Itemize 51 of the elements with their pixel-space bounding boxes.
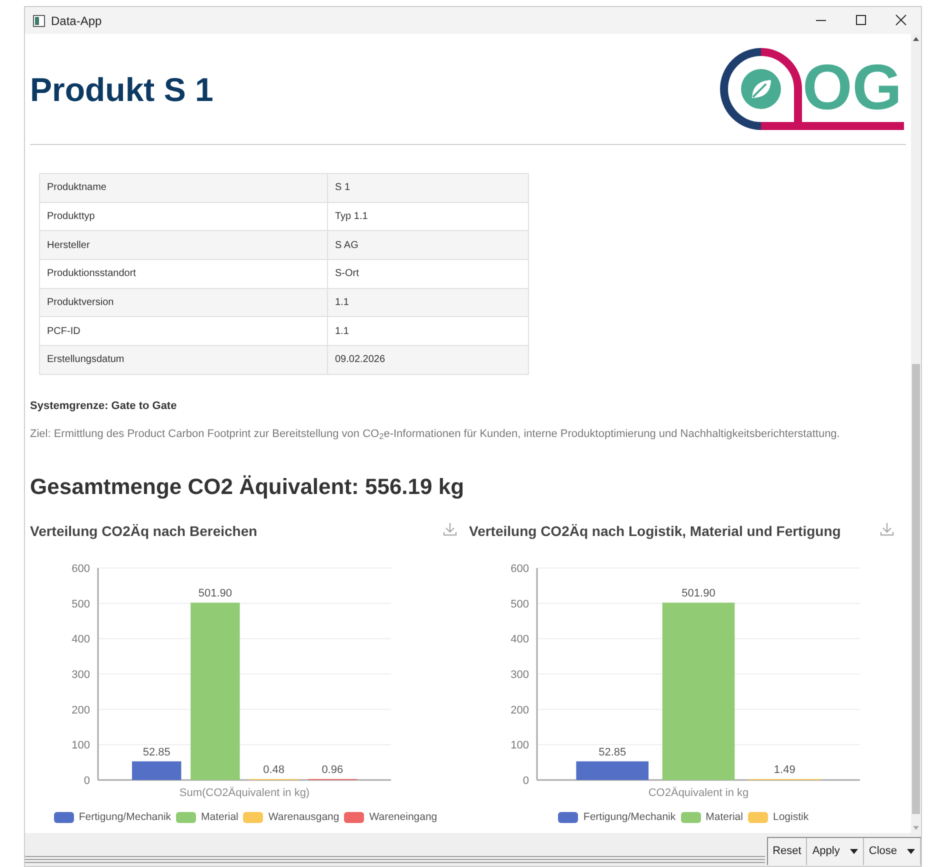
table-cell: Produktionsstandort [40,260,328,288]
legend-label[interactable]: Logistik [772,810,809,826]
legend-label[interactable]: Wareneingang [369,810,438,826]
legend-label[interactable]: Material [706,810,743,826]
table-cell: S-Ort [328,260,528,288]
axis-tick-label: 0 [522,774,529,787]
axis-tick-label: 400 [510,633,529,646]
value-label: 52.85 [598,746,626,758]
table-cell: Produktname [40,174,328,202]
window-title: Data-App [51,12,102,30]
download-icon[interactable] [443,522,457,536]
value-label: 0.96 [322,764,344,776]
chart-title: Verteilung CO2Äq nach Logistik, Material und Fertigung [469,522,841,541]
value-label: 501.90 [198,587,232,600]
system-boundary-text: Systemgrenze: Gate to Gate [30,398,178,414]
goal-text: Ziel: Ermittlung des Product Carbon Footprint zur Bereitstellung von CO$_{2}$e-Informationen für Kunden, interne Produktoptimierung und Nachhaltigkeitsberichterstattung. [30,427,841,443]
download-icon[interactable] [880,522,894,536]
legend-label[interactable]: Warenausgang [268,810,340,826]
value-label: 501.90 [682,587,716,600]
category-label: CO2Äquivalent in kg [648,786,749,799]
axis-tick-label: 200 [510,704,529,716]
legend-label[interactable]: Material [201,810,238,826]
page-title: Produkt S 1 [30,70,214,110]
axis-tick-label: 300 [72,668,90,681]
axis-tick-label: 0 [84,774,90,787]
value-label: 0.48 [263,764,284,776]
legend-label[interactable]: Fertigung/Mechanik [583,810,676,826]
value-label: 1.49 [774,764,796,776]
axis-tick-label: 100 [72,739,90,752]
legend-label[interactable]: Fertigung/Mechanik [78,810,172,826]
table-cell: S 1 [328,174,528,202]
category-label: Sum(CO2Äquivalent in kg) [179,786,310,799]
scroll-thumb[interactable] [912,364,920,814]
axis-tick-label: 500 [510,598,529,610]
axis-tick-label: 500 [72,598,90,610]
axis-tick-label: 100 [510,739,529,752]
table-cell: Erstellungsdatum [40,346,328,374]
caret-icon [850,849,858,854]
logo-text: OG [802,52,904,130]
leaf-logo-icon [720,48,802,130]
chart-title: Verteilung CO2Äq nach Bereichen [30,522,258,541]
axis-tick-label: 600 [72,562,90,575]
axis-tick-label: 400 [72,633,90,646]
axis-tick-label: 300 [510,668,529,681]
caret-icon [907,849,915,854]
app-icon [33,14,45,26]
value-label: 52.85 [142,746,170,758]
table-cell: 09.02.2026 [328,346,528,374]
total-heading: Gesamtmenge CO2 Äquivalent: 556.19 kg [30,472,466,501]
axis-tick-label: 600 [510,562,529,575]
axis-tick-label: 200 [72,704,90,716]
